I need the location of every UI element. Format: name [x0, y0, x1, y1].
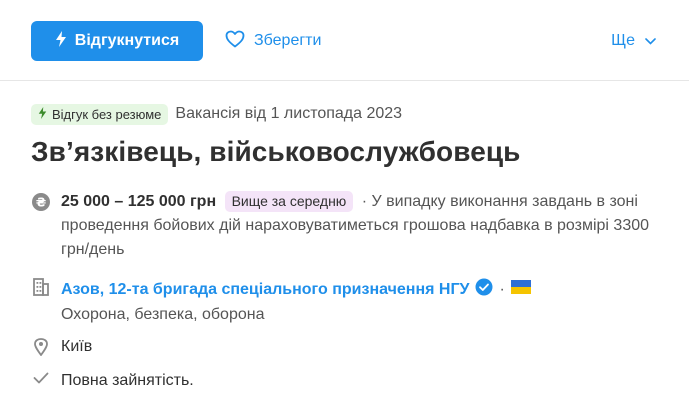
location-row: Київ: [31, 338, 92, 356]
lightning-icon: [38, 106, 47, 122]
employment-type: Повна зайнятість.: [61, 372, 194, 389]
vacancy-title: Зв’язківець, військовослужбовець: [31, 136, 521, 167]
above-average-badge: Вище за середню: [224, 191, 354, 212]
apply-button-label: Відгукнутися: [74, 32, 180, 49]
salary-separator: ·: [361, 193, 368, 210]
more-button-label: Ще: [611, 32, 635, 49]
no-resume-badge-label: Відгук без резюме: [52, 106, 162, 122]
checkmark-icon: [31, 372, 51, 384]
location: Київ: [61, 338, 93, 355]
chevron-down-icon: [645, 32, 656, 50]
salary-section: ₴ 25 000 – 125 000 грн Вище за середню ·…: [31, 190, 661, 262]
verified-icon: [475, 278, 493, 301]
svg-text:₴: ₴: [36, 196, 46, 210]
save-button[interactable]: Зберегти: [225, 21, 321, 61]
lightning-icon: [55, 30, 67, 52]
salary-text: 25 000 – 125 000 грн Вище за середню · У…: [61, 190, 661, 262]
building-icon: [31, 278, 51, 296]
no-resume-badge: Відгук без резюме: [31, 103, 169, 125]
coin-icon: ₴: [31, 192, 51, 217]
heart-icon: [225, 30, 245, 53]
company-line: Азов, 12-та бригада спеціального признач…: [61, 278, 531, 301]
action-toolbar: Відгукнутися Зберегти Ще: [0, 0, 689, 81]
save-button-label: Зберегти: [254, 32, 322, 49]
salary-amount: 25 000 – 125 000 грн: [61, 193, 217, 210]
company-link[interactable]: Азов, 12-та бригада спеціального признач…: [61, 281, 469, 299]
more-button[interactable]: Ще: [611, 21, 656, 61]
posted-date: Вакансія від 1 листопада 2023: [175, 105, 403, 122]
company-row: Азов, 12-та бригада спеціального признач…: [31, 278, 531, 324]
company-separator: ·: [499, 280, 505, 298]
apply-button[interactable]: Відгукнутися: [31, 21, 203, 61]
map-pin-icon: [31, 338, 51, 356]
employment-row: Повна зайнятість.: [31, 372, 194, 390]
ukraine-flag-icon: [510, 280, 531, 299]
company-info: Азов, 12-та бригада спеціального признач…: [61, 278, 531, 324]
vacancy-meta: Відгук без резюме Вакансія від 1 листопа…: [31, 102, 402, 126]
company-description: Охорона, безпека, оборона: [61, 306, 265, 323]
